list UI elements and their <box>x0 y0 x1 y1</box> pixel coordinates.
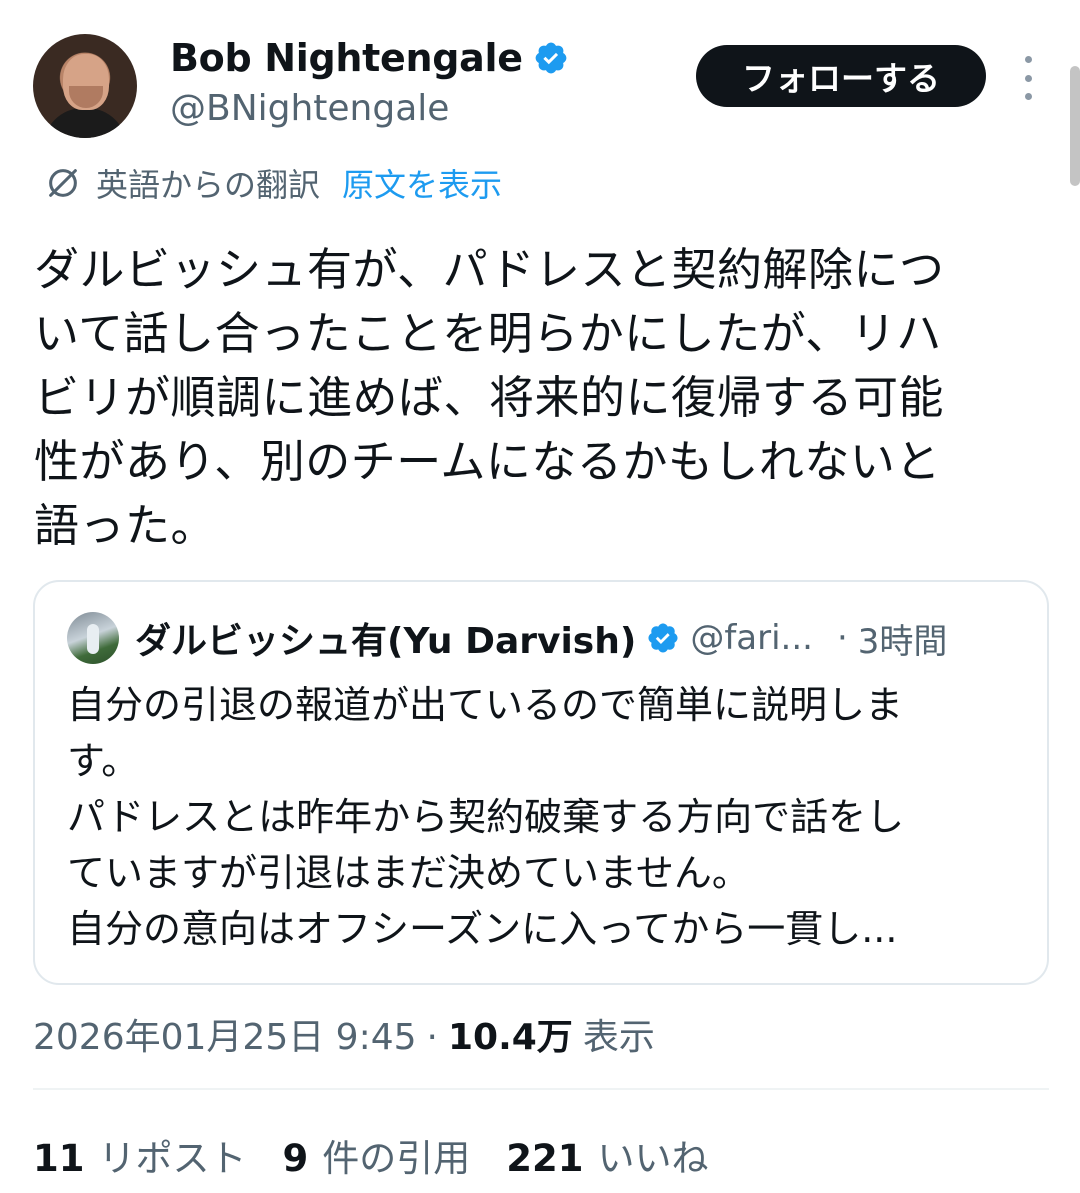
tweet-text-line: ダルビッシュ有が、パドレスと契約解除につ <box>34 243 945 296</box>
views-label: 表示 <box>582 1017 655 1058</box>
reposts-stat[interactable]: 11 リポスト <box>33 1128 247 1182</box>
quoted-author-handle[interactable]: @fari... <box>690 618 813 658</box>
quoted-tweet-header: ダルビッシュ有(Yu Darvish) @fari... · 3時間 <box>67 612 1027 664</box>
scrollbar[interactable] <box>1070 66 1080 186</box>
translation-row: 英語からの翻訳 原文を表示 <box>44 160 502 206</box>
more-vertical-icon[interactable] <box>1018 56 1038 100</box>
quoted-tweet-text: 自分の引退の報道が出ているので簡単に説明しま す。 パドレスとは昨年から契約破棄… <box>67 677 1027 957</box>
quoted-text-line: ていますが引退はまだ決めていません。 <box>67 851 750 895</box>
quoted-tweet-time[interactable]: 3時間 <box>858 614 948 663</box>
reposts-count: 11 <box>33 1137 85 1180</box>
quoted-author-avatar[interactable] <box>67 612 119 664</box>
engagement-stats: 11 リポスト 9 件の引用 221 いいね <box>33 1128 744 1182</box>
quoted-text-line: 自分の引退の報道が出ているので簡単に説明しま <box>67 683 904 727</box>
likes-count: 221 <box>506 1137 584 1180</box>
quotes-stat[interactable]: 9 件の引用 <box>283 1128 471 1182</box>
tweet-text: ダルビッシュ有が、パドレスと契約解除につ いて話し合ったことを明らかにしたが、リ… <box>34 238 1044 558</box>
more-dot <box>1024 93 1032 100</box>
more-dot <box>1024 56 1032 63</box>
translation-label: 英語からの翻訳 <box>96 166 321 204</box>
tweet-text-line: いて話し合ったことを明らかにしたが、リハ <box>34 307 942 360</box>
divider <box>33 1088 1049 1090</box>
tweet-timestamp[interactable]: 2026年01月25日 9:45 <box>33 1008 417 1060</box>
quoted-text-line: 自分の意向はオフシーズンに入ってから一貫し... <box>67 907 898 951</box>
separator-dot: · <box>836 618 848 658</box>
views-count: 10.4万 <box>447 1017 573 1058</box>
show-original-link[interactable]: 原文を表示 <box>342 160 502 206</box>
quotes-label: 件の引用 <box>322 1137 471 1180</box>
separator-dot: · <box>426 1017 438 1058</box>
tweet-text-line: ビリが順調に進めば、将来的に復帰する可能 <box>34 371 945 424</box>
quoted-text-line: パドレスとは昨年から契約破棄する方向で話をし <box>67 795 905 839</box>
quoted-tweet-card[interactable]: ダルビッシュ有(Yu Darvish) @fari... · 3時間 自分の引退… <box>33 580 1049 985</box>
author-handle[interactable]: @BNightengale <box>170 88 449 129</box>
author-display-name[interactable]: Bob Nightengale <box>170 36 523 80</box>
follow-button[interactable]: フォローする <box>696 45 986 107</box>
quotes-count: 9 <box>282 1137 309 1180</box>
likes-label: いいね <box>597 1137 709 1180</box>
likes-stat[interactable]: 221 いいね <box>506 1128 708 1182</box>
tweet-header: Bob Nightengale @BNightengale フォローする <box>0 0 1080 186</box>
tweet-text-line: 性があり、別のチームになるかもしれないと <box>34 435 941 488</box>
translate-icon <box>49 169 77 197</box>
tweet-meta: 2026年01月25日 9:45 · 10.4万 表示 <box>33 1008 655 1060</box>
quoted-author-name[interactable]: ダルビッシュ有(Yu Darvish) <box>135 612 636 664</box>
author-avatar[interactable] <box>33 34 137 138</box>
author-name-row[interactable]: Bob Nightengale <box>170 36 569 80</box>
verified-badge-icon <box>535 42 567 74</box>
reposts-label: リポスト <box>98 1137 247 1180</box>
verified-badge-icon <box>648 623 678 653</box>
more-dot <box>1024 74 1032 82</box>
avatar-shirt <box>43 108 127 138</box>
tweet-text-line: 語った。 <box>34 499 217 552</box>
quoted-text-line: す。 <box>67 739 140 783</box>
